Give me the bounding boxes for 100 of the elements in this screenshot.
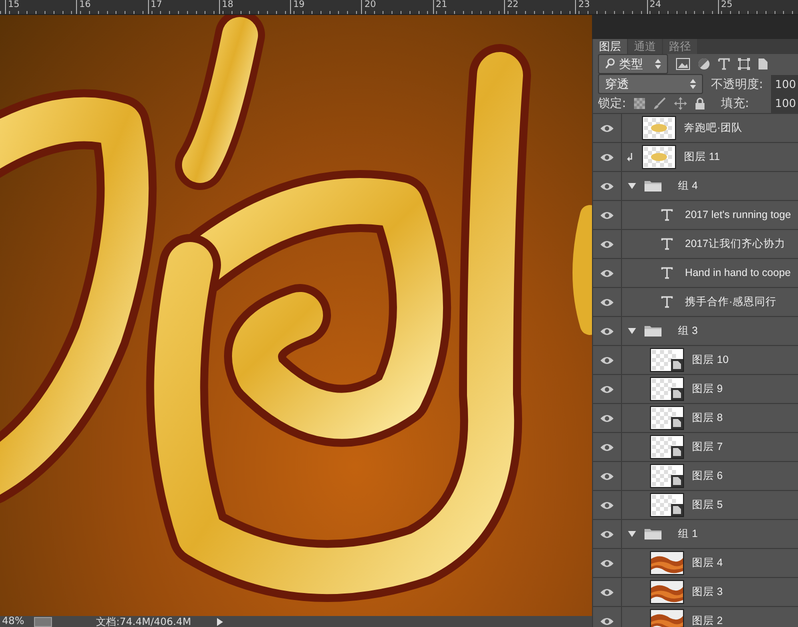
layer-name[interactable]: 图层 4 [692, 556, 723, 570]
expand-caret-icon[interactable] [628, 328, 636, 334]
eye-icon[interactable] [600, 588, 614, 596]
smart-object-filter-icon[interactable] [758, 58, 768, 70]
layer-group-row[interactable]: 组 1 [593, 519, 798, 548]
eye-icon[interactable] [600, 500, 614, 510]
ruler-label: 21 [432, 0, 504, 14]
blend-mode-value: 穿透 [605, 76, 629, 92]
layer-name[interactable]: 图层 6 [692, 469, 723, 483]
layer-name[interactable]: 奔跑吧·团队 [684, 121, 742, 135]
layer-row[interactable]: 图层 3 [593, 577, 798, 606]
ruler-label: 17 [148, 0, 219, 14]
layer-name[interactable]: 携手合作·感恩同行 [685, 295, 776, 309]
eye-icon[interactable] [600, 298, 614, 306]
panel-tab[interactable]: 通道 [628, 39, 662, 54]
layer-row[interactable]: 2017 let's running toge [593, 200, 798, 229]
layer-name[interactable]: 图层 11 [684, 150, 720, 164]
eye-icon[interactable] [600, 152, 614, 162]
expand-caret-icon[interactable] [628, 531, 636, 537]
layer-row[interactable]: 图层 8 [593, 403, 798, 432]
eye-icon[interactable] [600, 414, 614, 422]
panel-tab[interactable]: 路径 [663, 39, 697, 54]
eye-icon[interactable] [600, 558, 614, 568]
layer-row[interactable]: 图层 9 [593, 374, 798, 403]
ruler-label: 20 [361, 0, 433, 14]
ruler-label: 16 [76, 0, 148, 14]
layer-thumbnail [650, 377, 684, 401]
panel-tab[interactable]: 图层 [593, 39, 627, 54]
layer-row[interactable]: 图层 6 [593, 461, 798, 490]
layer-thumbnail [642, 116, 676, 140]
layer-row[interactable]: 图层 4 [593, 548, 798, 577]
text-filter-icon[interactable] [718, 58, 730, 70]
layer-row[interactable]: Hand in hand to coope [593, 258, 798, 287]
layer-row[interactable]: 图层 11 [593, 142, 798, 171]
eye-icon[interactable] [600, 182, 614, 190]
adjustment-filter-icon[interactable] [698, 58, 710, 70]
layer-thumbnail [650, 551, 684, 575]
layer-group-row[interactable]: 组 4 [593, 171, 798, 200]
layer-name[interactable]: 图层 8 [692, 411, 723, 425]
menu-arrow-icon[interactable] [217, 618, 224, 626]
layer-name[interactable]: 图层 9 [692, 382, 723, 396]
layer-thumbnail [650, 609, 684, 627]
layer-row[interactable]: 图层 7 [593, 432, 798, 461]
folder-icon [644, 325, 662, 337]
ruler-label: 18 [218, 0, 290, 14]
text-layer-icon [661, 296, 673, 308]
layer-row[interactable]: 图层 5 [593, 490, 798, 519]
layer-row[interactable]: 奔跑吧·团队 [593, 113, 798, 142]
eye-icon[interactable] [600, 530, 614, 538]
layer-name[interactable]: 2017 let's running toge [685, 209, 791, 221]
lock-icon[interactable] [695, 97, 706, 110]
layer-name[interactable]: 图层 5 [692, 498, 723, 512]
lock-transparency-icon[interactable] [634, 98, 646, 109]
ruler-label: 22 [504, 0, 576, 14]
ruler-label: 24 [646, 0, 718, 14]
eye-icon[interactable] [600, 124, 614, 132]
layer-name[interactable]: 组 1 [678, 527, 698, 541]
layer-name[interactable]: 图层 2 [692, 614, 723, 627]
eye-icon[interactable] [600, 616, 614, 626]
ruler-label: 19 [290, 0, 362, 14]
layer-name[interactable]: 图层 10 [692, 353, 729, 367]
filter-dropdown[interactable]: 类型 [598, 54, 668, 74]
layer-row[interactable]: 图层 2 [593, 606, 798, 627]
eye-icon[interactable] [600, 442, 614, 452]
eye-icon[interactable] [600, 384, 614, 394]
ruler-label: 23 [575, 0, 647, 14]
layer-name[interactable]: 图层 3 [692, 585, 723, 599]
layer-name[interactable]: 2017让我们齐心协力 [685, 237, 786, 251]
layer-name[interactable]: 组 4 [678, 179, 698, 193]
stepper-arrows-icon [655, 59, 661, 69]
layer-name[interactable]: 组 3 [678, 324, 698, 338]
move-icon[interactable] [674, 97, 688, 110]
text-layer-icon [661, 238, 673, 250]
eye-icon[interactable] [600, 356, 614, 364]
layer-thumbnail [642, 145, 676, 169]
layer-row[interactable]: 图层 10 [593, 345, 798, 374]
stepper-arrows-icon [690, 79, 696, 89]
eye-icon[interactable] [600, 326, 614, 336]
layer-name[interactable]: Hand in hand to coope [685, 267, 791, 279]
text-layer-icon [661, 209, 673, 221]
layer-name[interactable]: 图层 7 [692, 440, 723, 454]
brush-icon[interactable] [653, 97, 666, 110]
eye-icon[interactable] [600, 240, 614, 248]
folder-icon [644, 180, 662, 192]
eye-icon[interactable] [600, 268, 614, 278]
opacity-field[interactable]: 100 [771, 74, 798, 94]
eye-icon[interactable] [600, 472, 614, 480]
blend-mode-dropdown[interactable]: 穿透 [598, 74, 703, 94]
layer-row[interactable]: 2017让我们齐心协力 [593, 229, 798, 258]
shape-filter-icon[interactable] [738, 58, 750, 70]
eye-icon[interactable] [600, 210, 614, 220]
layer-thumbnail [650, 580, 684, 604]
fill-field[interactable]: 100 [771, 94, 798, 113]
folder-icon [644, 528, 662, 540]
layer-row[interactable]: 携手合作·感恩同行 [593, 287, 798, 316]
zoom-level[interactable]: 48% [2, 616, 24, 627]
expand-caret-icon[interactable] [628, 183, 636, 189]
layer-group-row[interactable]: 组 3 [593, 316, 798, 345]
opacity-label: 不透明度: [710, 76, 763, 92]
image-filter-icon[interactable] [676, 58, 690, 70]
